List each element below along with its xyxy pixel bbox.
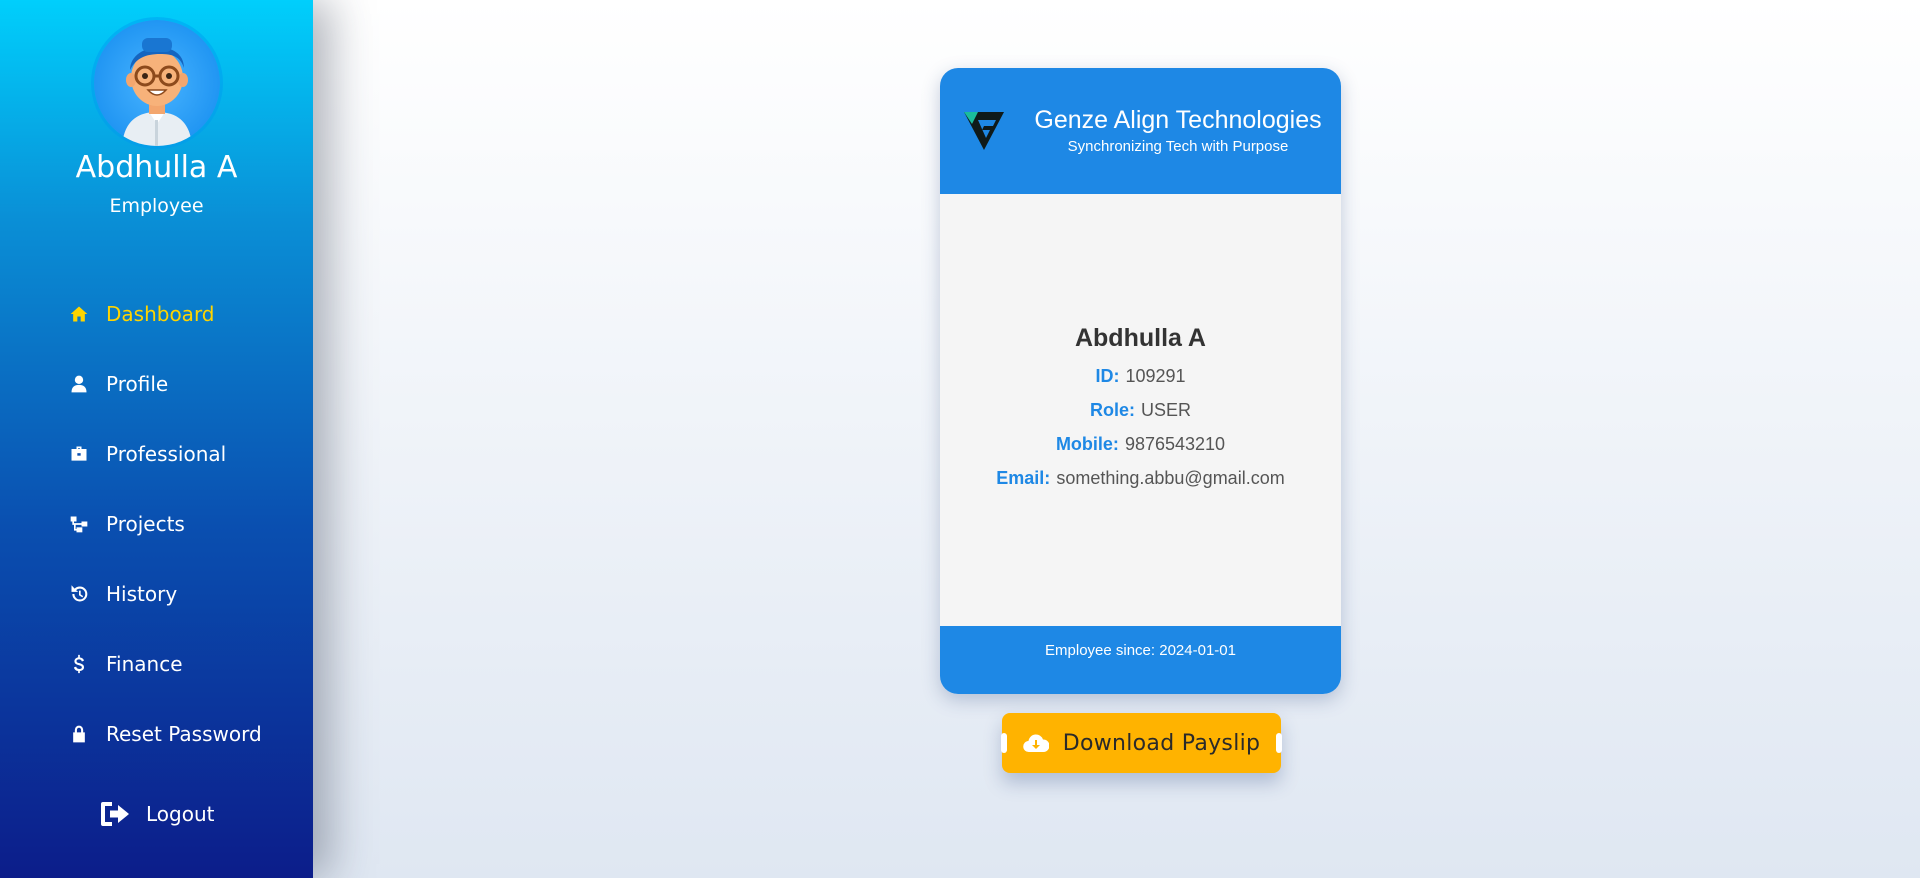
briefcase-icon	[68, 443, 90, 465]
employee-name: Abdhulla A	[1074, 324, 1206, 352]
field-label: Role:	[1089, 400, 1135, 420]
sidebar-item-profile[interactable]: Profile	[68, 366, 168, 402]
user-role: Employee	[109, 195, 204, 217]
field-label: Mobile:	[1055, 434, 1119, 454]
sidebar-item-reset-password[interactable]: Reset Password	[68, 716, 262, 752]
company-tagline: Synchronizing Tech with Purpose	[1067, 138, 1289, 155]
field-value: USER	[1140, 400, 1191, 420]
field-label: Email:	[996, 468, 1051, 488]
sidebar-item-dashboard[interactable]: Dashboard	[68, 296, 215, 332]
sidebar-item-history[interactable]: History	[68, 576, 177, 612]
sign-out-icon	[100, 800, 132, 828]
sidebar-item-label: Profile	[106, 372, 169, 396]
user-name: Abdhulla A	[75, 150, 238, 185]
sidebar: Abdhulla A Employee Dashboard Profile Pr…	[0, 0, 313, 878]
field-value: 109291	[1125, 366, 1186, 386]
home-icon	[68, 303, 90, 325]
logout-button[interactable]: Logout	[100, 796, 214, 832]
company-logo	[962, 108, 1006, 152]
avatar-illustration	[122, 38, 192, 146]
sidebar-item-label: Projects	[106, 512, 185, 536]
card-footer: Employee since: 2024-01-01	[940, 626, 1341, 694]
dollar-icon	[68, 653, 90, 675]
lock-icon	[68, 723, 90, 745]
sidebar-item-label: History	[106, 582, 178, 606]
field-label: ID:	[1095, 366, 1120, 386]
employee-id-field: ID: 109291	[940, 366, 1341, 387]
cloud-download-icon	[1022, 732, 1050, 754]
logout-label: Logout	[146, 802, 215, 826]
sidebar-item-finance[interactable]: Finance	[68, 646, 183, 682]
sidebar-item-label: Professional	[106, 442, 227, 466]
field-value: 9876543210	[1124, 434, 1226, 454]
user-icon	[68, 373, 90, 395]
company-name: Genze Align Technologies	[1034, 106, 1322, 134]
download-payslip-button[interactable]: Download Payslip	[1001, 713, 1282, 773]
sidebar-item-label: Finance	[106, 652, 183, 676]
employee-email-field: Email: something.abbu@gmail.com	[940, 468, 1341, 489]
sidebar-item-label: Reset Password	[106, 722, 262, 746]
employee-mobile-field: Mobile: 9876543210	[940, 434, 1341, 455]
employee-role-field: Role: USER	[940, 400, 1341, 421]
employee-id-card: Genze Align Technologies Synchronizing T…	[940, 68, 1341, 694]
field-value: something.abbu@gmail.com	[1056, 468, 1285, 488]
sidebar-item-professional[interactable]: Professional	[68, 436, 226, 472]
sidebar-item-projects[interactable]: Projects	[68, 506, 185, 542]
download-payslip-label: Download Payslip	[1062, 730, 1261, 756]
card-header: Genze Align Technologies Synchronizing T…	[940, 68, 1341, 194]
history-icon	[68, 583, 90, 605]
employee-since: Employee since: 2024-01-01	[1045, 642, 1236, 659]
sidebar-item-label: Dashboard	[106, 302, 215, 326]
sitemap-icon	[68, 513, 90, 535]
avatar	[94, 20, 220, 146]
